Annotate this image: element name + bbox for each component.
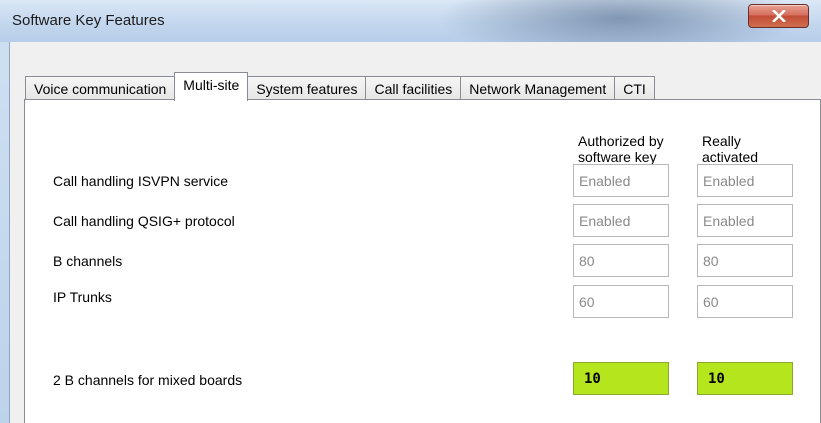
row-label: IP Trunks bbox=[53, 289, 112, 305]
authorized-field: Enabled bbox=[573, 204, 669, 237]
tab-network-management[interactable]: Network Management bbox=[460, 76, 616, 100]
dialog-client-area: Voice communication Multi-site System fe… bbox=[9, 42, 821, 423]
title-bar[interactable]: Software Key Features bbox=[0, 0, 821, 42]
close-button[interactable] bbox=[748, 4, 809, 28]
tab-voice-communication[interactable]: Voice communication bbox=[25, 76, 176, 100]
tab-label: Multi-site bbox=[183, 77, 240, 93]
tab-system-features[interactable]: System features bbox=[247, 76, 367, 100]
row-label: Call handling ISVPN service bbox=[53, 173, 229, 189]
authorized-field: Enabled bbox=[573, 164, 669, 197]
activated-field: 10 bbox=[697, 362, 793, 395]
activated-column-header: Really activated bbox=[702, 133, 758, 165]
tab-multi-site[interactable]: Multi-site bbox=[174, 72, 249, 101]
tab-cti[interactable]: CTI bbox=[614, 76, 655, 100]
window-title: Software Key Features bbox=[12, 12, 165, 29]
tab-label: CTI bbox=[623, 80, 646, 97]
dialog-window: Software Key Features Voice communicatio… bbox=[0, 0, 821, 423]
close-icon bbox=[749, 5, 808, 27]
activated-field: Enabled bbox=[697, 164, 793, 197]
tab-label: Network Management bbox=[469, 80, 607, 97]
header-line: activated bbox=[702, 149, 759, 165]
tab-label: System features bbox=[256, 80, 358, 97]
authorized-field: 60 bbox=[573, 285, 669, 318]
activated-field: 80 bbox=[697, 244, 793, 277]
row-label: 2 B channels for mixed boards bbox=[53, 372, 243, 388]
tab-label: Call facilities bbox=[374, 80, 453, 97]
tab-label: Voice communication bbox=[34, 80, 167, 97]
header-line: Really bbox=[702, 133, 741, 149]
authorized-field: 10 bbox=[573, 362, 669, 395]
multi-site-panel: Authorized by software key Really activa… bbox=[24, 99, 821, 423]
activated-field: Enabled bbox=[697, 204, 793, 237]
authorized-field: 80 bbox=[573, 244, 669, 277]
header-line: software key bbox=[578, 149, 657, 165]
tab-strip: Voice communication Multi-site System fe… bbox=[25, 72, 655, 101]
authorized-column-header: Authorized by software key bbox=[578, 133, 664, 165]
tab-call-facilities[interactable]: Call facilities bbox=[365, 76, 462, 100]
activated-field: 60 bbox=[697, 285, 793, 318]
header-line: Authorized by bbox=[578, 133, 664, 149]
row-label: B channels bbox=[53, 253, 123, 269]
row-label: Call handling QSIG+ protocol bbox=[53, 213, 235, 229]
